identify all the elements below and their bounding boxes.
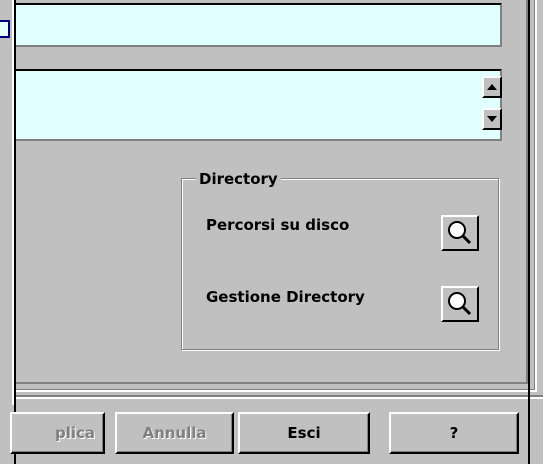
percorsi-label: Percorsi su disco: [206, 216, 350, 234]
directory-group-title: Directory: [196, 170, 281, 188]
annulla-button[interactable]: Annulla: [115, 412, 234, 454]
magnifier-icon: [448, 221, 472, 245]
help-button[interactable]: ?: [389, 412, 519, 454]
left-window-edge-highlight: [12, 0, 14, 405]
top-left-control-edge[interactable]: [0, 20, 10, 38]
esci-label: Esci: [287, 424, 321, 442]
applica-button[interactable]: plica: [10, 412, 105, 454]
top-text-field[interactable]: [16, 3, 502, 47]
arrow-up-icon: [487, 84, 497, 90]
gestione-search-button[interactable]: [441, 286, 479, 322]
multiline-text-field[interactable]: [16, 69, 502, 141]
magnifier-icon: [448, 292, 472, 316]
esci-button[interactable]: Esci: [238, 412, 370, 454]
right-window-edge: [528, 0, 530, 464]
scroll-down-button[interactable]: [482, 108, 502, 130]
gestione-label: Gestione Directory: [206, 288, 365, 306]
help-label: ?: [449, 424, 459, 442]
arrow-down-icon: [487, 116, 497, 122]
directory-groupbox: [181, 178, 499, 350]
bottom-separator-highlight: [16, 397, 543, 399]
applica-label: plica: [54, 424, 95, 442]
percorsi-search-button[interactable]: [441, 215, 479, 251]
annulla-label: Annulla: [142, 424, 207, 442]
scroll-up-button[interactable]: [482, 76, 502, 98]
